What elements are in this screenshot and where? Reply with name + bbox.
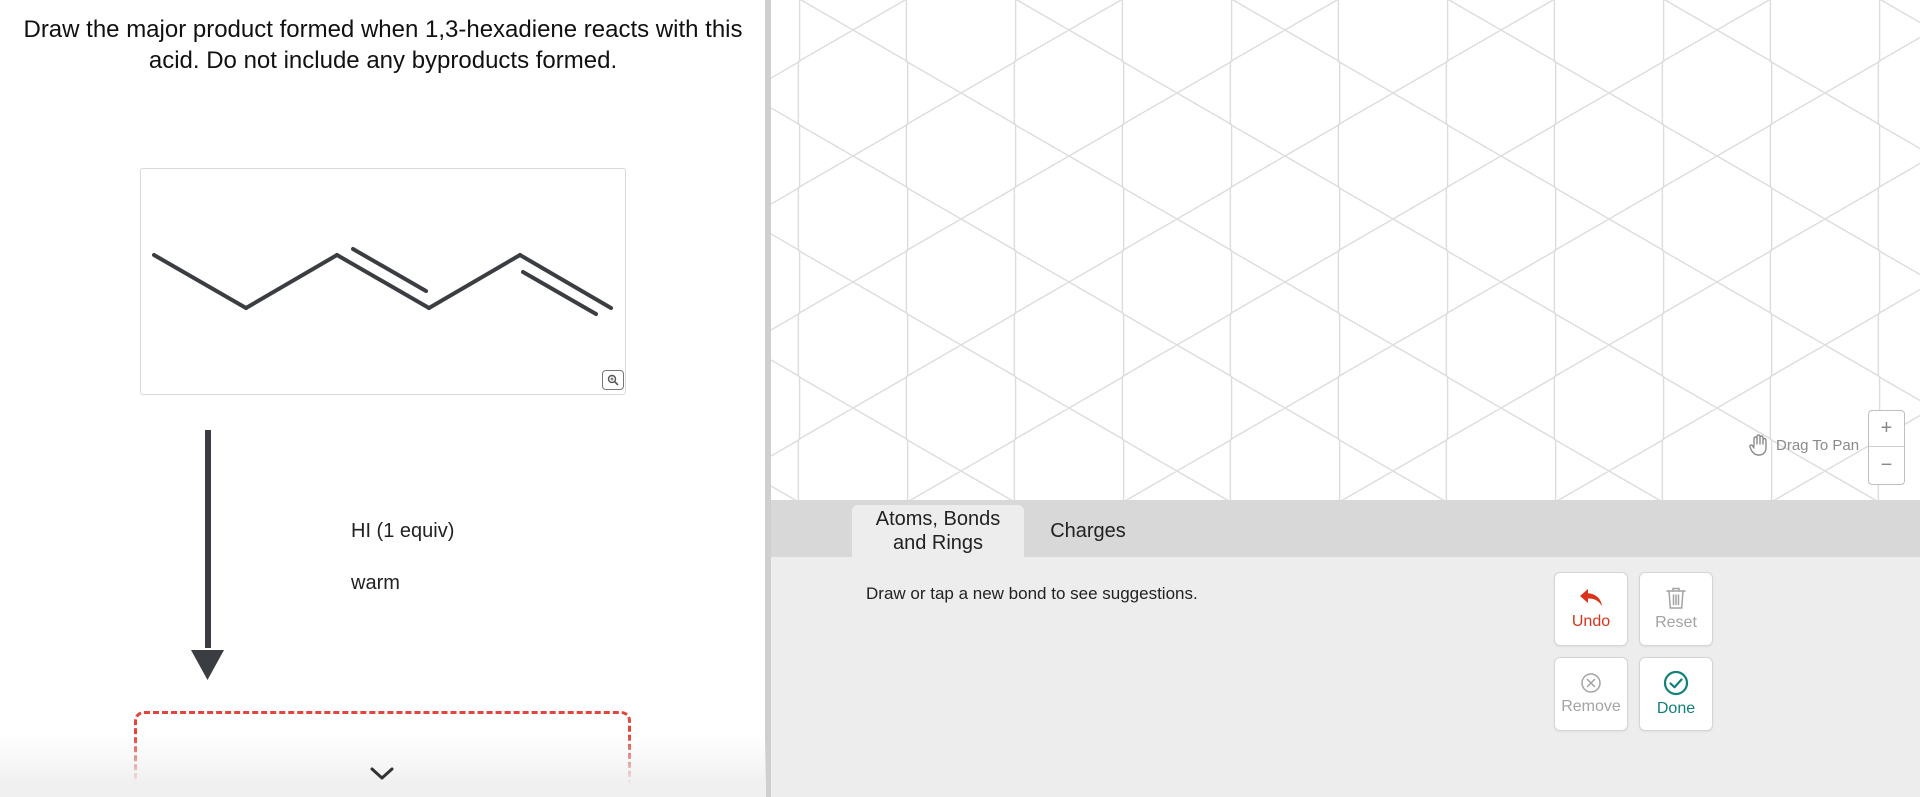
reagent-condition: warm: [351, 572, 400, 594]
undo-button[interactable]: Undo: [1554, 572, 1628, 646]
bond-c6-c5: [152, 253, 248, 310]
zoom-out-button[interactable]: −: [1869, 447, 1904, 483]
magnify-button[interactable]: [602, 370, 624, 390]
zoom-control: + −: [1868, 410, 1905, 485]
drag-to-pan-label: Drag To Pan: [1776, 436, 1860, 454]
reactant-structure-box: [140, 168, 626, 395]
chevron-down-icon[interactable]: [368, 764, 396, 784]
done-label: Done: [1656, 700, 1696, 717]
done-button[interactable]: Done: [1639, 657, 1713, 731]
remove-button[interactable]: Remove: [1554, 657, 1628, 731]
suggestion-hint: Draw or tap a new bond to see suggestion…: [866, 584, 1198, 603]
tab-charges-label: Charges: [1050, 520, 1126, 542]
reset-label: Reset: [1655, 614, 1697, 631]
zoom-in-button[interactable]: +: [1869, 411, 1904, 447]
bond-c4-c3: [335, 253, 431, 310]
trash-icon: [1666, 587, 1686, 609]
tab-atoms-bonds-rings-label: Atoms, Bonds and Rings: [875, 508, 1001, 554]
reset-button[interactable]: Reset: [1639, 572, 1713, 646]
app-root: Draw the major product formed when 1,3-h…: [0, 0, 1920, 797]
hex-grid-lines: [771, 0, 1920, 500]
drawing-canvas[interactable]: Drag To Pan + −: [771, 0, 1920, 500]
tab-atoms-bonds-rings[interactable]: Atoms, Bonds and Rings: [852, 505, 1024, 557]
question-prompt: Draw the major product formed when 1,3-h…: [23, 16, 743, 74]
reactant-structure: [152, 247, 613, 316]
bond-c5-c4: [244, 253, 339, 310]
reaction-arrow: [191, 430, 224, 680]
bond-c2-c1: [518, 253, 613, 310]
tab-charges[interactable]: Charges: [1033, 505, 1143, 557]
editor-toolbar: Atoms, Bonds and Rings Charges Draw or t…: [771, 500, 1920, 797]
remove-label: Remove: [1561, 698, 1621, 715]
undo-arrow-icon: [1580, 589, 1602, 606]
undo-label: Undo: [1571, 613, 1611, 630]
magnify-icon: [607, 374, 619, 386]
hand-icon: [1749, 434, 1767, 456]
question-panel: Draw the major product formed when 1,3-h…: [0, 0, 766, 797]
hex-grid: [771, 0, 1920, 500]
reagent-hi: HI (1 equiv): [351, 520, 455, 542]
toolbar-tab-bar: Atoms, Bonds and Rings Charges: [771, 500, 1920, 557]
drag-to-pan-hint: Drag To Pan: [1748, 433, 1859, 457]
circle-check-icon: [1663, 670, 1689, 696]
bond-c3-c2: [427, 253, 522, 310]
circle-x-icon: [1581, 673, 1601, 693]
